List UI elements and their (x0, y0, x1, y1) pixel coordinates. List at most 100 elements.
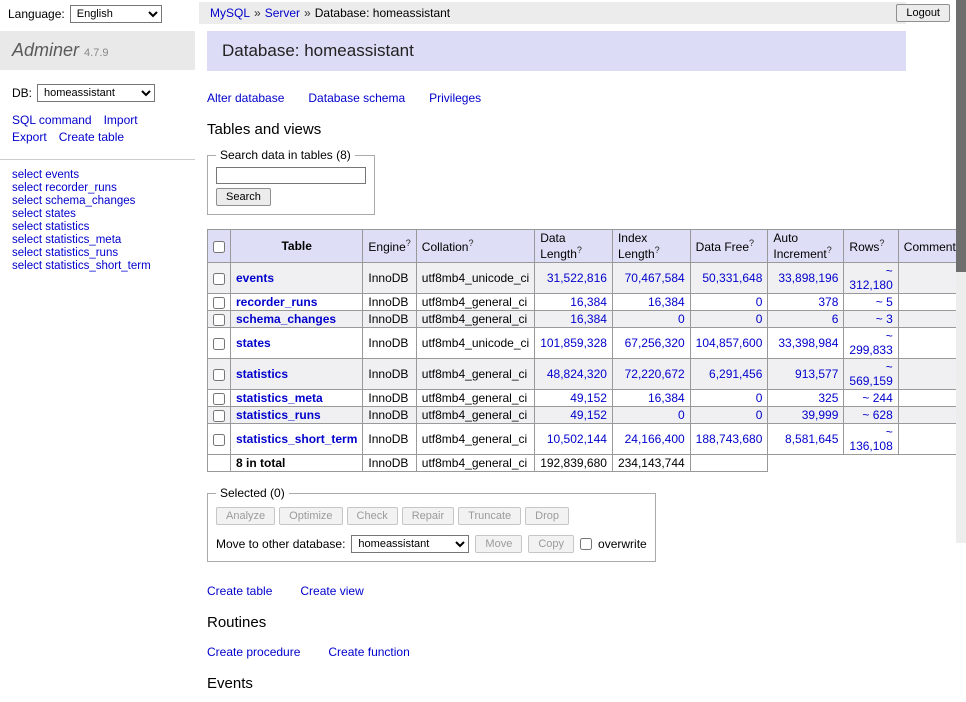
sidebar-link-export[interactable]: Export (12, 130, 47, 144)
help-link[interactable]: ? (577, 245, 582, 255)
rows-link[interactable]: ~ 5 (876, 295, 893, 309)
breadcrumb-item-mysql[interactable]: MySQL (210, 6, 250, 20)
sidebar-link-import[interactable]: Import (104, 113, 138, 127)
table-link-statistics-runs[interactable]: statistics_runs (236, 408, 321, 422)
sidebar-item-select-statistics[interactable]: select statistics (12, 221, 183, 234)
search-button[interactable]: Search (216, 188, 271, 206)
row-checkbox[interactable] (213, 434, 225, 446)
auto-increment-link[interactable]: 39,999 (802, 408, 839, 422)
logout-button[interactable]: Logout (896, 4, 950, 22)
help-link[interactable]: ? (879, 238, 884, 248)
sidebar-item-select-states[interactable]: select states (12, 208, 183, 221)
table-link-events[interactable]: events (236, 271, 274, 285)
index-length-link[interactable]: 0 (678, 312, 685, 326)
data-length-link[interactable]: 16,384 (570, 295, 607, 309)
link-create-view[interactable]: Create view (300, 584, 363, 598)
sidebar-link-sql-command[interactable]: SQL command (12, 113, 92, 127)
rows-link[interactable]: ~ 312,180 (849, 264, 892, 292)
data-free-link[interactable]: 0 (756, 295, 763, 309)
data-length-link[interactable]: 48,824,320 (547, 367, 607, 381)
row-checkbox[interactable] (213, 338, 225, 350)
data-free-link[interactable]: 104,857,600 (696, 336, 763, 350)
data-length-link[interactable]: 16,384 (570, 312, 607, 326)
row-checkbox[interactable] (213, 410, 225, 422)
index-length-link[interactable]: 16,384 (648, 391, 685, 405)
move-db-select[interactable]: homeassistant (351, 535, 469, 553)
analyze-button[interactable]: Analyze (216, 507, 275, 525)
search-input[interactable] (216, 167, 366, 184)
table-link-statistics[interactable]: statistics (236, 367, 288, 381)
link-create-procedure[interactable]: Create procedure (207, 645, 300, 659)
data-length-link[interactable]: 49,152 (570, 408, 607, 422)
row-checkbox[interactable] (213, 297, 225, 309)
overwrite-checkbox[interactable] (580, 538, 592, 550)
table-link-statistics-meta[interactable]: statistics_meta (236, 391, 323, 405)
help-link[interactable]: ? (406, 238, 411, 248)
rows-link[interactable]: ~ 299,833 (849, 329, 892, 357)
rows-link[interactable]: ~ 136,108 (849, 425, 892, 453)
table-link-recorder-runs[interactable]: recorder_runs (236, 295, 317, 309)
data-length-link[interactable]: 31,522,816 (547, 271, 607, 285)
repair-button[interactable]: Repair (402, 507, 454, 525)
help-link[interactable]: ? (655, 245, 660, 255)
scrollbar-thumb[interactable] (956, 0, 966, 272)
auto-increment-link[interactable]: 33,898,196 (778, 271, 838, 285)
help-link[interactable]: ? (827, 245, 832, 255)
data-length-link[interactable]: 49,152 (570, 391, 607, 405)
rows-link[interactable]: ~ 3 (876, 312, 893, 326)
data-length-link[interactable]: 101,859,328 (540, 336, 607, 350)
link-create-function[interactable]: Create function (328, 645, 409, 659)
row-checkbox[interactable] (213, 369, 225, 381)
check-button[interactable]: Check (347, 507, 398, 525)
index-length-link[interactable]: 24,166,400 (625, 432, 685, 446)
auto-increment-link[interactable]: 33,398,984 (778, 336, 838, 350)
auto-increment-link[interactable]: 8,581,645 (785, 432, 838, 446)
nav-link-database-schema[interactable]: Database schema (308, 91, 405, 105)
nav-link-privileges[interactable]: Privileges (429, 91, 481, 105)
table-link-schema-changes[interactable]: schema_changes (236, 312, 336, 326)
drop-button[interactable]: Drop (525, 507, 569, 525)
sidebar-item-select-statistics-short-term[interactable]: select statistics_short_term (12, 260, 183, 273)
index-length-link[interactable]: 0 (678, 408, 685, 422)
rows-link[interactable]: ~ 628 (862, 408, 892, 422)
sidebar-link-create-table[interactable]: Create table (59, 130, 124, 144)
language-select[interactable]: English (70, 5, 162, 23)
data-free-link[interactable]: 188,743,680 (696, 432, 763, 446)
nav-link-alter-database[interactable]: Alter database (207, 91, 284, 105)
copy-button[interactable]: Copy (528, 535, 574, 553)
sidebar-item-select-statistics-meta[interactable]: select statistics_meta (12, 234, 183, 247)
rows-link[interactable]: ~ 569,159 (849, 360, 892, 388)
row-checkbox[interactable] (213, 393, 225, 405)
scrollbar[interactable] (956, 0, 966, 543)
data-free-link[interactable]: 0 (756, 312, 763, 326)
sidebar-item-select-schema-changes[interactable]: select schema_changes (12, 195, 183, 208)
data-free-link[interactable]: 0 (756, 391, 763, 405)
data-free-link[interactable]: 50,331,648 (702, 271, 762, 285)
help-link[interactable]: ? (468, 238, 473, 248)
sidebar-item-select-recorder-runs[interactable]: select recorder_runs (12, 182, 183, 195)
table-link-statistics-short-term[interactable]: statistics_short_term (236, 432, 357, 446)
data-free-link[interactable]: 6,291,456 (709, 367, 762, 381)
optimize-button[interactable]: Optimize (279, 507, 342, 525)
truncate-button[interactable]: Truncate (458, 507, 521, 525)
breadcrumb-item-server[interactable]: Server (265, 6, 300, 20)
table-link-states[interactable]: states (236, 336, 271, 350)
select-all-checkbox[interactable] (213, 241, 225, 253)
sidebar-item-select-statistics-runs[interactable]: select statistics_runs (12, 247, 183, 260)
auto-increment-link[interactable]: 6 (832, 312, 839, 326)
rows-link[interactable]: ~ 244 (862, 391, 892, 405)
data-free-link[interactable]: 0 (756, 408, 763, 422)
db-select[interactable]: homeassistant (37, 84, 155, 102)
index-length-link[interactable]: 70,467,584 (625, 271, 685, 285)
auto-increment-link[interactable]: 378 (818, 295, 838, 309)
auto-increment-link[interactable]: 913,577 (795, 367, 838, 381)
move-button[interactable]: Move (475, 535, 522, 553)
data-length-link[interactable]: 10,502,144 (547, 432, 607, 446)
index-length-link[interactable]: 16,384 (648, 295, 685, 309)
auto-increment-link[interactable]: 325 (818, 391, 838, 405)
link-create-table[interactable]: Create table (207, 584, 272, 598)
index-length-link[interactable]: 72,220,672 (625, 367, 685, 381)
help-link[interactable]: ? (749, 238, 754, 248)
row-checkbox[interactable] (213, 314, 225, 326)
row-checkbox[interactable] (213, 273, 225, 285)
